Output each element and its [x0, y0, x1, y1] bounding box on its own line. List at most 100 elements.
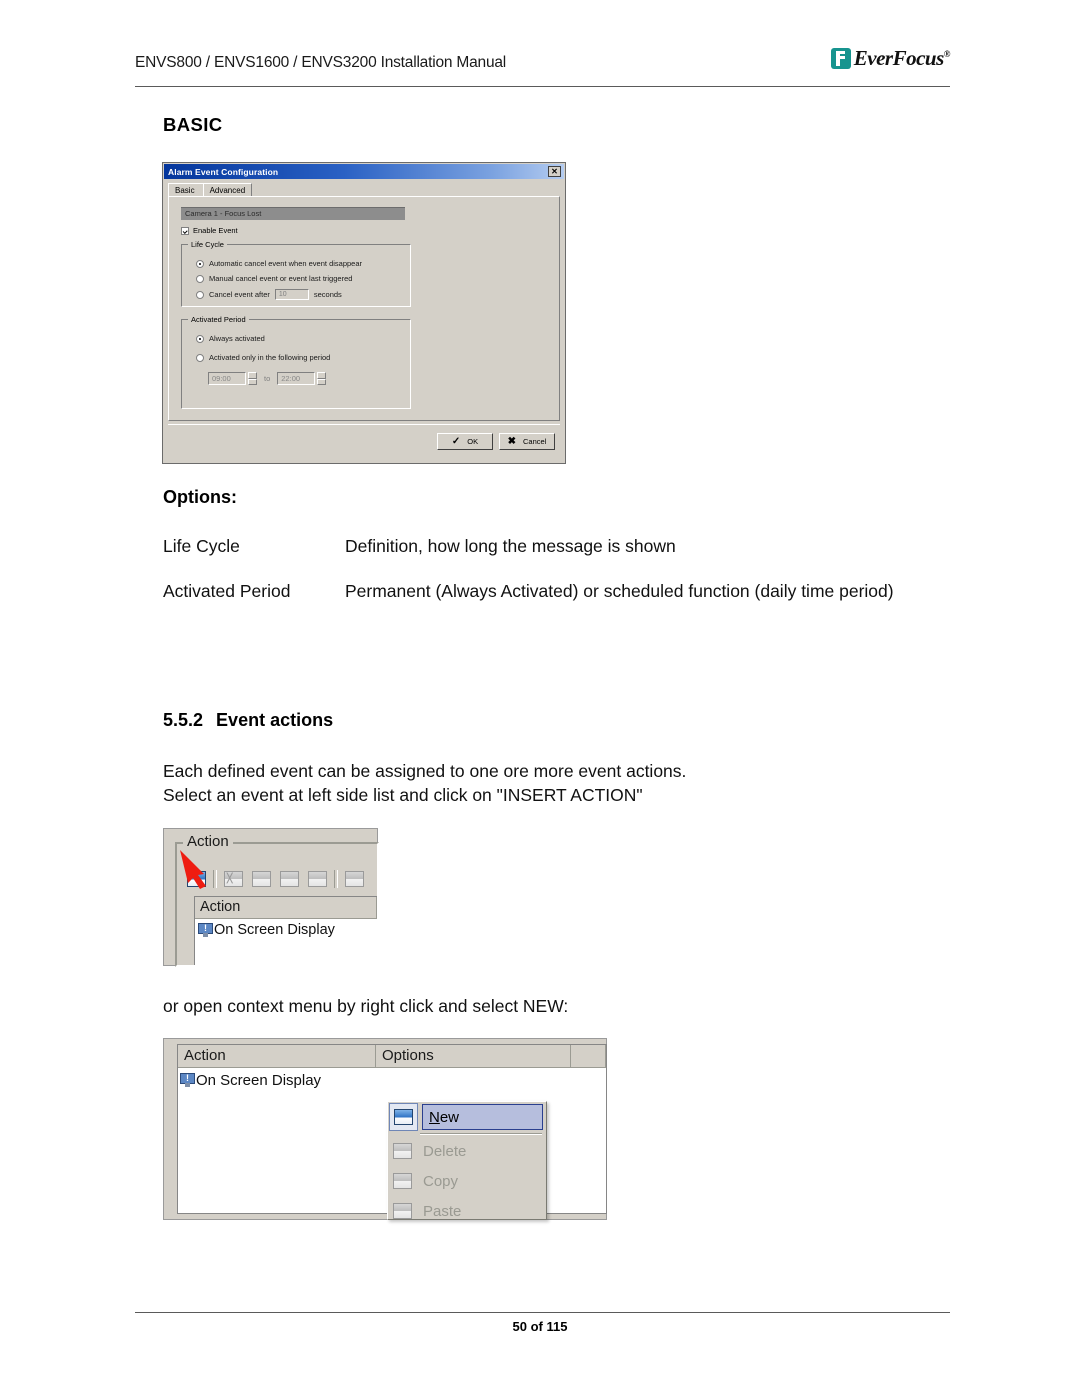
paste-action-icon: [278, 869, 301, 889]
header-title: ENVS800 / ENVS1600 / ENVS3200 Installati…: [135, 54, 507, 71]
radio-manual-cancel[interactable]: Manual cancel event or event last trigge…: [196, 274, 352, 283]
action-list-header: Action: [195, 897, 377, 919]
context-menu-item-label: New: [422, 1104, 543, 1130]
section-number: 5.5.2: [163, 710, 204, 730]
on-screen-display-icon: [198, 923, 213, 937]
list-item[interactable]: On Screen Display: [178, 1068, 606, 1092]
list-item-label: On Screen Display: [196, 1071, 322, 1089]
ok-button[interactable]: ✓ OK: [437, 433, 493, 450]
alarm-event-configuration-dialog: Alarm Event Configuration ✕ Basic Advanc…: [162, 162, 566, 464]
paste-icon: [388, 1203, 417, 1219]
checkbox-icon: [181, 226, 189, 235]
check-icon: ✓: [451, 435, 461, 447]
tab-basic[interactable]: Basic: [168, 183, 203, 197]
context-menu-item-label: Copy: [423, 1172, 459, 1190]
header-divider: [135, 86, 950, 87]
radio-always-activated[interactable]: Always activated: [196, 334, 265, 343]
page-title: BASIC: [163, 114, 223, 135]
tab-advanced[interactable]: Advanced: [202, 183, 253, 197]
radio-icon: [196, 353, 204, 362]
context-menu: New Delete Copy Paste: [387, 1101, 547, 1220]
event-name-label: Camera 1 - Focus Lost: [181, 207, 405, 220]
dialog-tab-body: Camera 1 - Focus Lost Enable Event Life …: [168, 196, 560, 421]
properties-action-icon: [343, 869, 366, 889]
dialog-button-bar: ✓ OK ✖ Cancel: [168, 424, 560, 458]
radio-automatic-cancel[interactable]: Automatic cancel event when event disapp…: [196, 259, 362, 268]
end-time-spinner[interactable]: [317, 372, 327, 385]
context-menu-item-paste: Paste: [388, 1196, 546, 1220]
context-menu-separator: [420, 1133, 542, 1135]
activated-period-group: Activated Period Always activated Activa…: [181, 315, 411, 409]
menu-label-rest: ew: [439, 1109, 460, 1126]
option-term-life-cycle: Life Cycle: [163, 536, 240, 556]
dialog-title: Alarm Event Configuration: [168, 166, 279, 177]
new-icon: [389, 1103, 418, 1131]
new-action-icon[interactable]: [185, 869, 208, 889]
action-groupbox: Action ╳ Action On Screen Display: [175, 833, 379, 967]
option-definition-life-cycle: Definition, how long the message is show…: [345, 536, 676, 556]
start-time-input[interactable]: 09:00: [208, 372, 246, 385]
context-menu-item-delete: Delete: [388, 1136, 546, 1166]
intro-paragraph: Each defined event can be assigned to on…: [163, 761, 687, 805]
action-group-title: Action: [183, 833, 233, 851]
on-screen-display-icon: [180, 1073, 195, 1087]
enable-event-checkbox[interactable]: Enable Event: [181, 226, 238, 235]
radio-label: Activated only in the following period: [209, 353, 331, 362]
everfocus-mark-icon: [830, 48, 851, 69]
section-heading: 5.5.2 Event actions: [163, 710, 333, 731]
radio-icon: [196, 259, 204, 268]
action-panel-screenshot: Action ╳ Action On Screen Display: [163, 828, 379, 967]
period-time-range: 09:00 to 22:00: [208, 372, 327, 385]
context-menu-item-label: Delete: [423, 1142, 467, 1160]
cancel-label: Cancel: [523, 437, 547, 446]
column-action[interactable]: Action: [195, 897, 377, 918]
list-item[interactable]: On Screen Display: [195, 919, 377, 941]
page-number: 50 of 115: [512, 1319, 568, 1334]
start-time-spinner[interactable]: [248, 372, 257, 385]
radio-icon: [196, 274, 204, 283]
cancel-button[interactable]: ✖ Cancel: [499, 433, 555, 450]
column-action[interactable]: Action: [178, 1045, 376, 1067]
radio-label: Cancel event after: [209, 290, 270, 299]
cancel-seconds-input[interactable]: 10: [274, 289, 309, 300]
ok-label: OK: [467, 437, 479, 446]
brand-name: EverFocus®: [853, 46, 951, 70]
list-item-label: On Screen Display: [214, 922, 335, 938]
radio-icon: [196, 334, 204, 343]
radio-activated-following-period[interactable]: Activated only in the following period: [196, 353, 330, 362]
radio-label: Manual cancel event or event last trigge…: [209, 274, 353, 283]
enable-event-label: Enable Event: [193, 226, 238, 235]
to-label: to: [264, 374, 271, 383]
toolbar-separator: [334, 870, 338, 888]
toolbar-separator: [213, 870, 217, 888]
context-menu-item-copy: Copy: [388, 1166, 546, 1196]
action-options-list-header: Action Options: [178, 1045, 606, 1068]
column-extra[interactable]: [571, 1045, 606, 1067]
export-action-icon: [306, 869, 329, 889]
close-x-icon: ✖: [507, 435, 517, 447]
context-menu-item-label: Paste: [423, 1202, 462, 1220]
context-menu-item-new[interactable]: New: [388, 1102, 546, 1132]
action-toolbar: ╳: [185, 869, 366, 889]
radio-label: Automatic cancel event when event disapp…: [209, 259, 363, 268]
dialog-titlebar: Alarm Event Configuration ✕: [164, 164, 564, 179]
section-title: Event actions: [216, 710, 334, 730]
registered-mark: ®: [943, 49, 951, 59]
radio-icon: [196, 290, 204, 299]
footer-divider: [135, 1312, 950, 1313]
radio-cancel-after[interactable]: Cancel event after 10 seconds: [196, 289, 342, 300]
close-icon[interactable]: ✕: [548, 166, 561, 177]
life-cycle-group-title: Life Cycle: [188, 240, 227, 249]
everfocus-logo: EverFocus®: [830, 46, 951, 70]
delete-action-icon: ╳: [222, 869, 245, 889]
option-term-activated-period: Activated Period: [163, 581, 291, 601]
option-definition-activated-period: Permanent (Always Activated) or schedule…: [345, 581, 894, 601]
dialog-tabstrip: Basic Advanced: [168, 182, 253, 197]
life-cycle-group: Life Cycle Automatic cancel event when e…: [181, 240, 411, 307]
radio-label: Always activated: [209, 334, 265, 343]
delete-icon: [388, 1143, 417, 1159]
activated-period-group-title: Activated Period: [188, 315, 249, 324]
end-time-input[interactable]: 22:00: [277, 372, 316, 385]
copy-icon: [388, 1173, 417, 1189]
column-options[interactable]: Options: [376, 1045, 571, 1067]
